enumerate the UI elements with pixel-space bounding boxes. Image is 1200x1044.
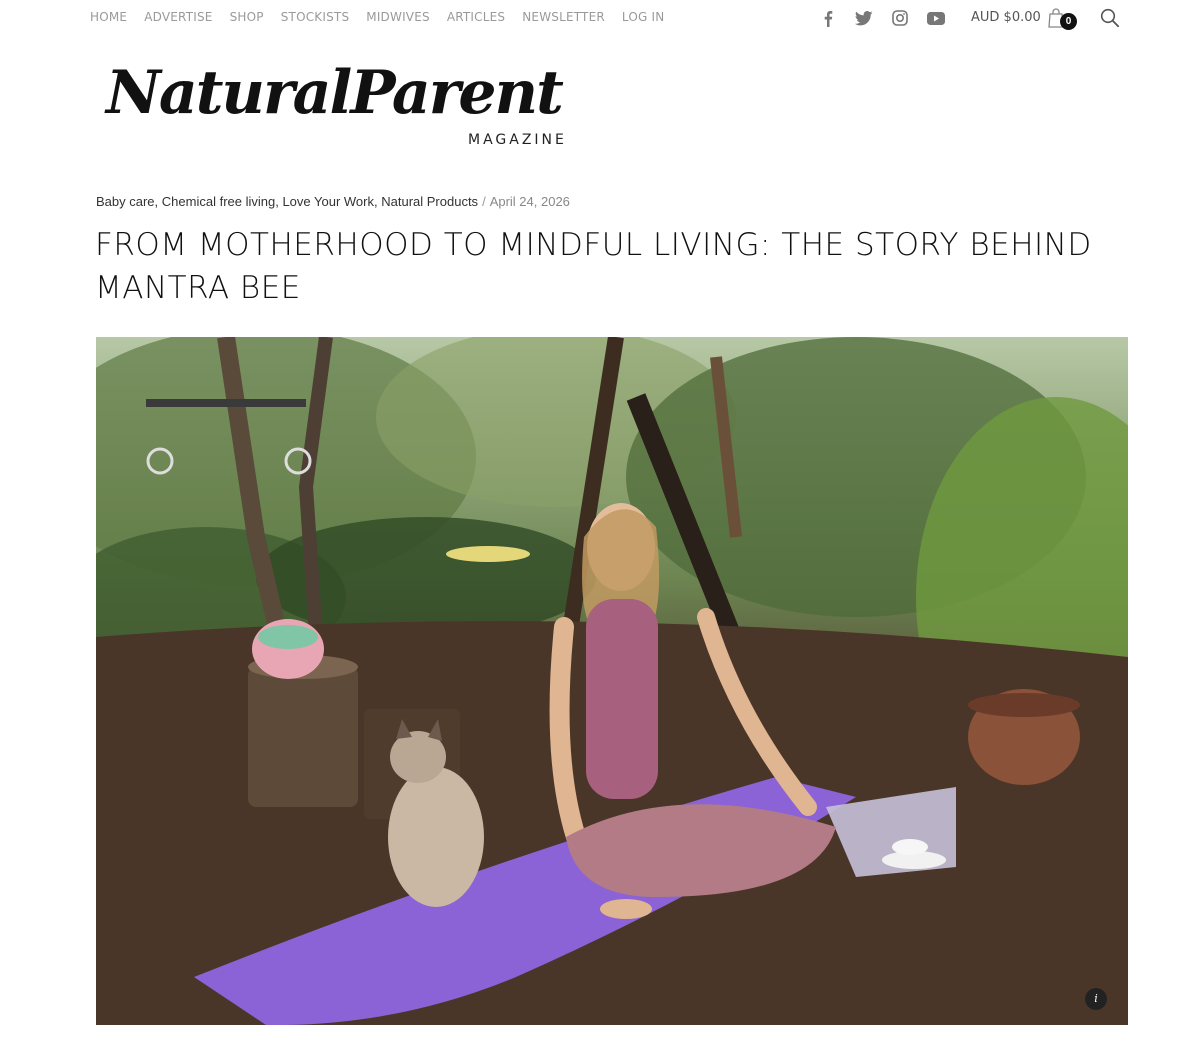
twitter-icon[interactable] xyxy=(846,8,882,28)
nav-shop[interactable]: SHOP xyxy=(230,10,264,24)
site-logo[interactable]: NaturalParent MAGAZINE xyxy=(106,58,576,158)
instagram-icon[interactable] xyxy=(882,8,918,28)
nav-home[interactable]: HOME xyxy=(90,10,127,24)
nav-stockists[interactable]: STOCKISTS xyxy=(281,10,350,24)
cart-count-badge: 0 xyxy=(1060,13,1077,30)
main-nav: HOME ADVERTISE SHOP STOCKISTS MIDWIVES A… xyxy=(90,10,681,24)
nav-newsletter[interactable]: NEWSLETTER xyxy=(522,10,605,24)
logo-wordmark: NaturalParent xyxy=(106,58,564,128)
nav-advertise[interactable]: ADVERTISE xyxy=(144,10,212,24)
logo-tagline: MAGAZINE xyxy=(468,132,567,148)
cart-total[interactable]: AUD $0.00 xyxy=(971,10,1041,25)
nav-midwives[interactable]: MIDWIVES xyxy=(366,10,430,24)
search-icon[interactable] xyxy=(1100,8,1120,28)
youtube-icon[interactable] xyxy=(918,8,954,28)
category-link[interactable]: Baby care xyxy=(96,194,155,209)
cart-button[interactable]: 0 xyxy=(1046,7,1078,31)
post-meta: Baby care, Chemical free living, Love Yo… xyxy=(96,194,570,209)
image-info-button[interactable]: i xyxy=(1085,988,1107,1010)
category-link[interactable]: Chemical free living xyxy=(162,194,275,209)
top-bar: HOME ADVERTISE SHOP STOCKISTS MIDWIVES A… xyxy=(0,0,1200,36)
hero-image xyxy=(96,337,1128,1025)
nav-articles[interactable]: ARTICLES xyxy=(447,10,505,24)
facebook-icon[interactable] xyxy=(810,8,846,28)
social-links xyxy=(810,8,954,28)
meta-separator: / xyxy=(482,194,486,209)
category-link[interactable]: Love Your Work xyxy=(282,194,374,209)
post-date: April 24, 2026 xyxy=(489,194,570,209)
garden-photo xyxy=(96,337,1128,1025)
category-link[interactable]: Natural Products xyxy=(381,194,478,209)
nav-login[interactable]: LOG IN xyxy=(622,10,665,24)
post-title: FROM MOTHERHOOD TO MINDFUL LIVING: THE S… xyxy=(95,227,1092,306)
